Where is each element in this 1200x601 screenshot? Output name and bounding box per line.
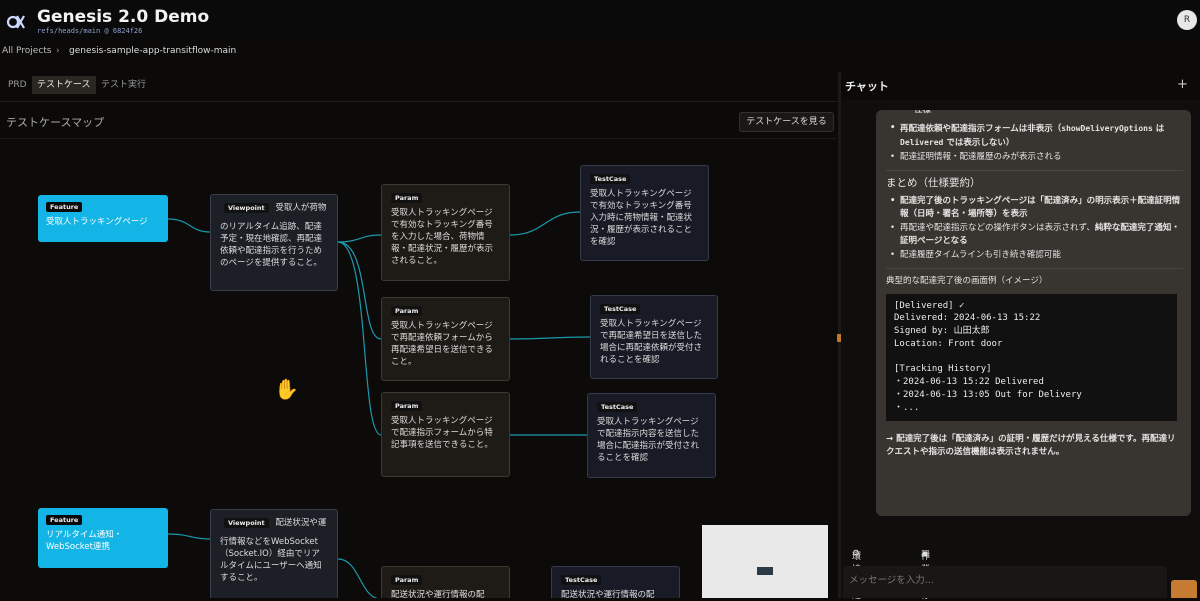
edge (337, 234, 382, 243)
code-block: [Delivered] ✓ Delivered: 2024-06-13 15:2… (886, 293, 1177, 421)
feature-badge: Feature (46, 202, 83, 212)
node-text: 受取人トラッキングページで配達指示内容を送信した場合に配達指示が受付されることを… (597, 417, 700, 463)
edge (167, 218, 211, 233)
testcase-map-canvas[interactable]: Feature 受取人トラッキングページ Viewpoint 受取人が荷物のリア… (0, 138, 836, 598)
list-item: 配達証明情報・配達履歴のみが表示される (886, 151, 1183, 165)
node-text: 受取人トラッキングページで有効なトラッキング番号を入力した場合、荷物情報・配達状… (391, 208, 494, 266)
breadcrumb-current-project[interactable]: genesis-sample-app-transitflow-main (69, 46, 236, 56)
tab-testcases[interactable]: テストケース (32, 76, 96, 94)
grab-cursor-icon: ✋ (274, 377, 299, 401)
viewpoint-node[interactable]: Viewpoint 受取人が荷物のリアルタイム追跡、配達予定・現在地確認、再配達… (210, 194, 338, 291)
spec-list: 再配達依頼や配達指示フォームは非表示（showDeliveryOptions は… (886, 122, 1183, 165)
testcase-badge: TestCase (597, 402, 638, 412)
feature-node[interactable]: Feature 受取人トラッキングページ (38, 195, 168, 242)
feature-badge: Feature (46, 515, 83, 525)
genesis-logo-icon[interactable] (6, 12, 26, 32)
param-node[interactable]: Param 受取人トラッキングページで配達指示フォームから特記事項を送信できるこ… (381, 392, 510, 477)
new-chat-plus-icon[interactable]: + (1177, 77, 1188, 92)
param-node[interactable]: Param 受取人トラッキングページで有効なトラッキング番号を入力した場合、荷物… (381, 184, 510, 281)
list-item: 配達履歴タイムラインも引き続き確認可能 (886, 249, 1183, 263)
edge (509, 211, 581, 236)
tab-prd[interactable]: PRD (3, 76, 32, 94)
minimap-viewport[interactable] (757, 567, 773, 575)
breadcrumb-separator: › (56, 46, 60, 56)
node-text: 受取人トラッキングページ (46, 217, 148, 227)
breadcrumb-all-projects[interactable]: All Projects (2, 46, 52, 56)
testcase-node[interactable]: TestCase 受取人トラッキングページで有効なトラッキング番号入力時に荷物情… (580, 165, 709, 261)
chat-panel: 仕様 再配達依頼や配達指示フォームは非表示（showDeliveryOption… (841, 100, 1200, 598)
cut-heading: 仕様 (914, 110, 932, 115)
node-text: 配送状況や運行情報の配 (391, 590, 485, 598)
divider (0, 101, 838, 102)
list-item: 配達完了後のトラッキングページは「配達済み」の明示表示＋配達証明情報（日時・署名… (886, 195, 1183, 222)
testcase-badge: TestCase (590, 174, 631, 184)
node-text: 受取人トラッキングページで再配達依頼フォームから再配達希望日を送信できること。 (391, 321, 493, 367)
node-text: 受取人トラッキングページで有効なトラッキング番号入力時に荷物情報・配達状況・履歴… (590, 189, 693, 247)
message-input[interactable]: メッセージを入力... (843, 566, 1167, 598)
param-badge: Param (391, 575, 423, 585)
viewpoint-badge: Viewpoint (224, 518, 269, 528)
list-item: 再配達や配達指示などの操作ボタンは表示されず、純粋な配達完了通知・証明ページとな… (886, 222, 1183, 249)
edge (509, 336, 591, 340)
divider (886, 170, 1183, 171)
conclusion-text: → 配達完了後は「配達済み」の証明・履歴だけが見える仕様です。再配達リクエストや… (886, 433, 1176, 457)
top-bar: Genesis 2.0 Demo refs/heads/main @ 6824f… (0, 0, 1200, 42)
param-node[interactable]: Param 受取人トラッキングページで再配達依頼フォームから再配達希望日を送信で… (381, 297, 510, 381)
tab-bar: PRD テストケース テスト実行 (0, 76, 838, 94)
node-text: リアルタイム通知・WebSocket連携 (46, 530, 123, 552)
node-text: 受取人トラッキングページで再配達希望日を送信した場合に再配達依頼が受付されること… (600, 319, 703, 365)
app-title: Genesis 2.0 Demo (37, 7, 210, 27)
divider (886, 268, 1183, 269)
testcase-badge: TestCase (600, 304, 641, 314)
tab-test-run[interactable]: テスト実行 (96, 76, 151, 94)
viewpoint-badge: Viewpoint (224, 203, 269, 213)
breadcrumb: All Projects › genesis-sample-app-transi… (0, 42, 1200, 64)
map-title: テストケースマップ (6, 116, 105, 129)
chat-title: チャット (845, 80, 889, 93)
param-badge: Param (391, 401, 423, 411)
chat-toolbar: ⚙ 環境設定 ▣ 作業保存 (852, 549, 931, 601)
edge (167, 533, 211, 540)
assistant-message: 仕様 再配達依頼や配達指示フォームは非表示（showDeliveryOption… (876, 110, 1191, 516)
node-text: 配送状況や運行情報の配 (561, 590, 655, 598)
param-node[interactable]: Param 配送状況や運行情報の配 (381, 566, 510, 598)
testcase-node[interactable]: TestCase 受取人トラッキングページで再配達希望日を送信した場合に再配達依… (590, 295, 718, 379)
view-testcases-button[interactable]: テストケースを見る (739, 112, 834, 132)
param-badge: Param (391, 193, 423, 203)
list-item: 再配達依頼や配達指示フォームは非表示（showDeliveryOptions は… (886, 122, 1183, 151)
minimap[interactable] (702, 525, 828, 598)
user-avatar[interactable]: R (1177, 10, 1197, 30)
summary-heading: まとめ（仕様要約） (886, 177, 981, 189)
testcase-badge: TestCase (561, 575, 602, 585)
edge (337, 241, 382, 340)
feature-node[interactable]: Feature リアルタイム通知・WebSocket連携 (38, 508, 168, 568)
git-ref: refs/heads/main @ 6824f26 (37, 27, 143, 35)
param-badge: Param (391, 306, 423, 316)
testcase-node[interactable]: TestCase 配送状況や運行情報の配 (551, 566, 680, 598)
testcase-node[interactable]: TestCase 受取人トラッキングページで配達指示内容を送信した場合に配達指示… (587, 393, 716, 478)
viewpoint-node[interactable]: Viewpoint 配送状況や運行情報などをWebSocket（Socket.I… (210, 509, 338, 598)
summary-list: 配達完了後のトラッキングページは「配達済み」の明示表示＋配達証明情報（日時・署名… (886, 195, 1183, 263)
send-button[interactable] (1171, 580, 1197, 598)
node-text: 受取人トラッキングページで配達指示フォームから特記事項を送信できること。 (391, 416, 493, 450)
example-heading: 典型的な配達完了後の画面例（イメージ） (886, 276, 1048, 286)
edge (337, 558, 379, 598)
